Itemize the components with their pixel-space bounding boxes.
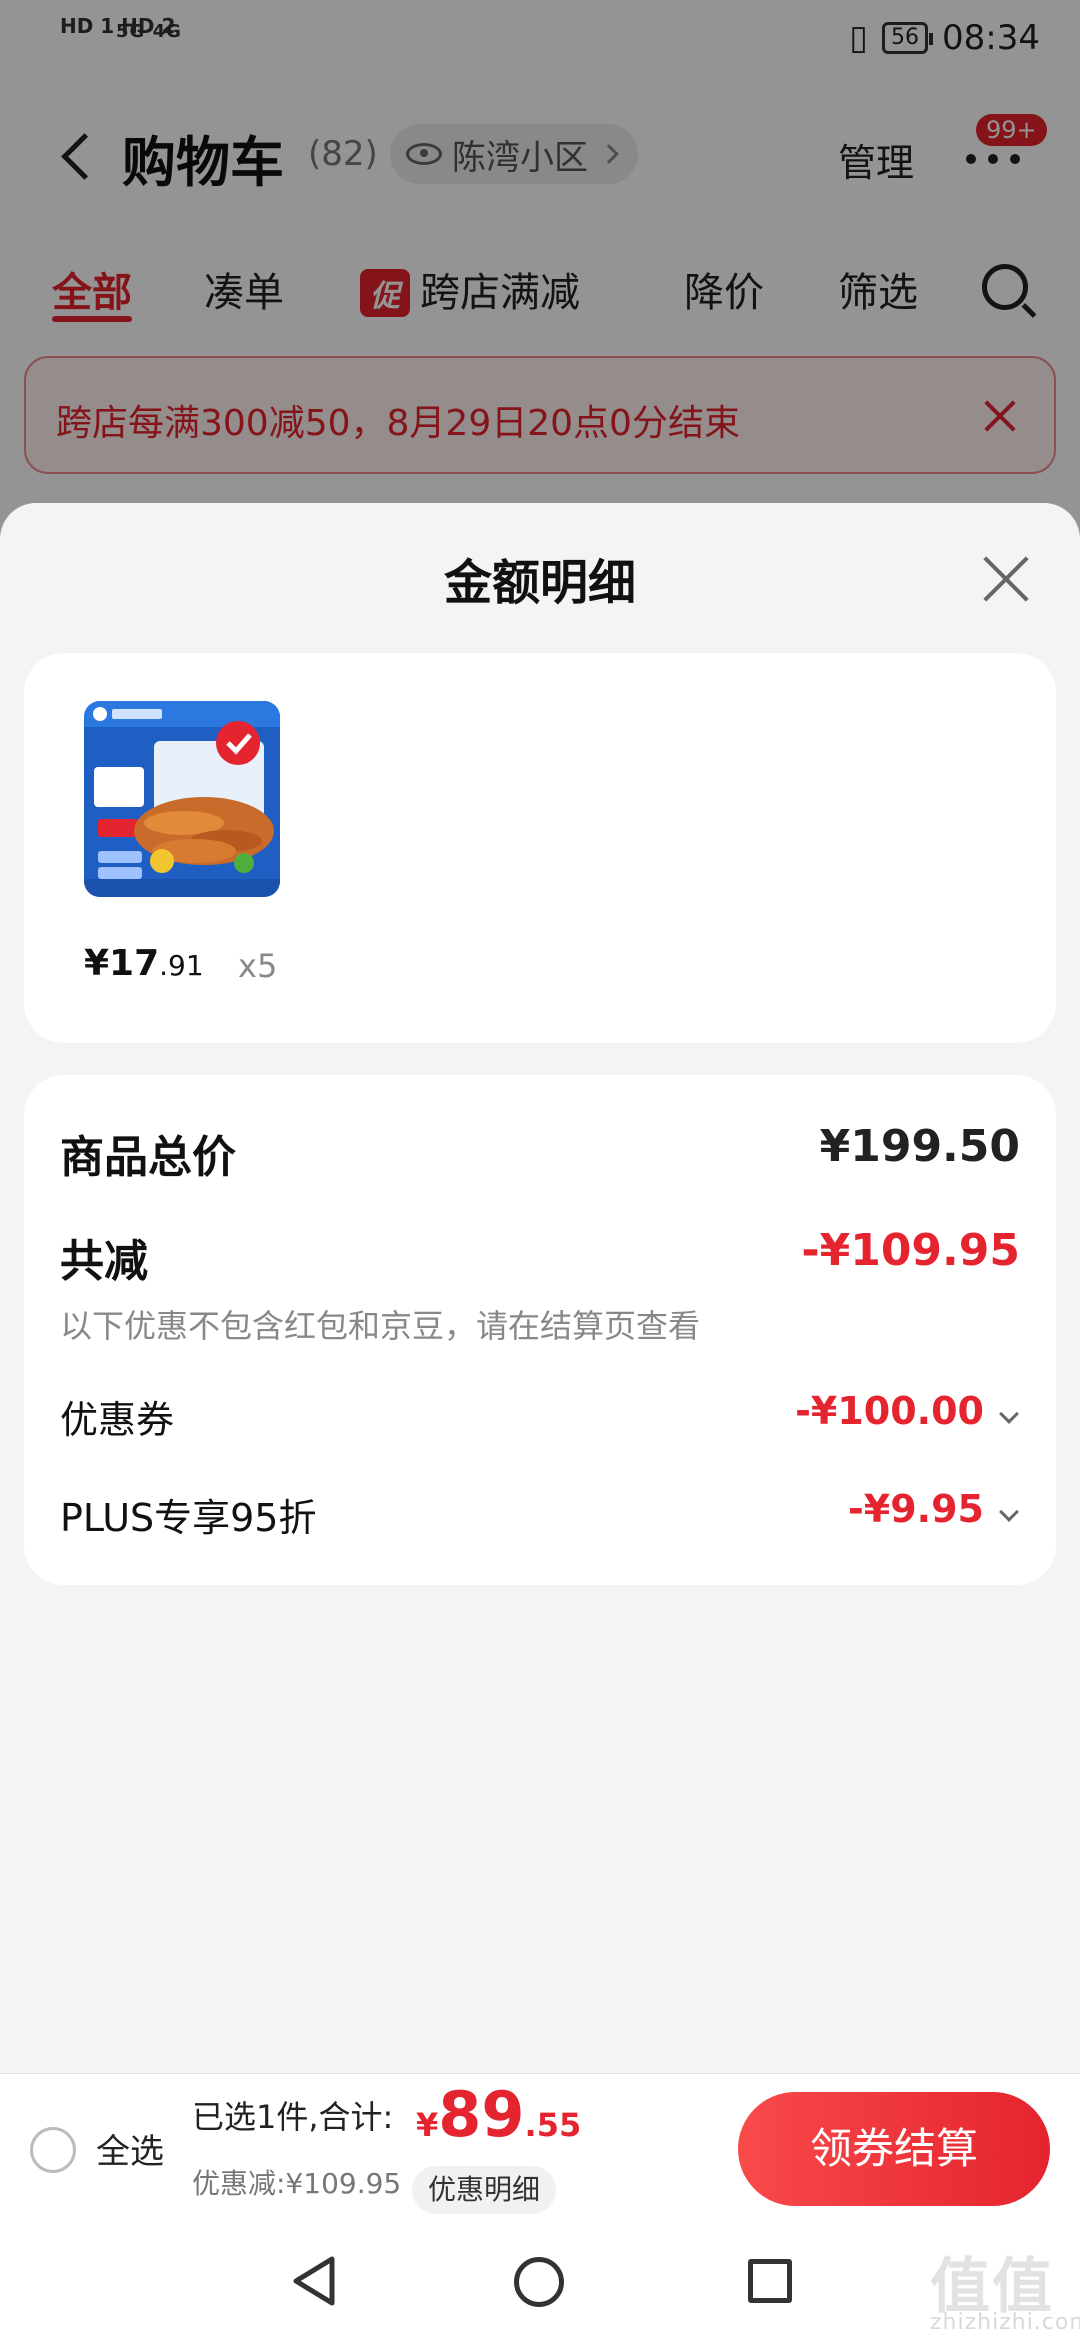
reduce-note: 以下优惠不包含红包和京豆，请在结算页查看 [60, 1307, 701, 1345]
nav-recent-icon[interactable] [748, 2259, 792, 2303]
reduce-label: 共减 [60, 1236, 148, 1287]
total-value: ¥199.50 [819, 1121, 1020, 1172]
checkout-button[interactable]: 领券结算 [738, 2092, 1050, 2206]
total-integer: 89 [438, 2078, 525, 2151]
discount-amount: 优惠减:¥109.95 [192, 2167, 402, 2200]
price-summary-card: 商品总价 ¥199.50 共减 -¥109.95 以下优惠不包含红包和京豆，请在… [24, 1075, 1056, 1585]
amount-detail-sheet: 金额明细 ¥17.91 x5 商品总价 ¥199.50 共减 -¥109.95 … [0, 503, 1080, 2073]
sheet-title: 金额明细 [443, 555, 636, 611]
select-all-label[interactable]: 全选 [96, 2124, 164, 2173]
total-price: ¥89.55 [416, 2078, 581, 2151]
select-all-radio[interactable] [30, 2127, 76, 2173]
nav-home-icon[interactable] [514, 2257, 564, 2307]
checkout-bar: 全选 已选1件,合计: ¥89.55 优惠减:¥109.95 优惠明细 领券结算 [0, 2073, 1080, 2223]
price-integer: ¥17 [84, 943, 160, 984]
system-nav-bar [0, 2223, 1080, 2340]
plus-discount-value[interactable]: -¥9.95 [848, 1487, 984, 1531]
chevron-down-icon[interactable] [999, 1404, 1019, 1424]
watermark-text: zhizhizhi.com [930, 2310, 1080, 2335]
coupon-value[interactable]: -¥100.00 [795, 1389, 984, 1433]
nav-back-icon[interactable] [290, 2255, 340, 2307]
total-label: 商品总价 [60, 1132, 236, 1183]
total-decimal: .55 [524, 2106, 582, 2144]
currency-symbol: ¥ [416, 2106, 439, 2144]
reduce-value: -¥109.95 [801, 1225, 1020, 1276]
discount-detail-button[interactable]: 优惠明细 [412, 2166, 557, 2214]
product-price: ¥17.91 [84, 943, 204, 984]
coupon-label[interactable]: 优惠券 [60, 1389, 174, 1444]
product-image [84, 701, 280, 897]
close-icon[interactable] [980, 553, 1032, 605]
selected-summary: 已选1件,合计: [192, 2098, 394, 2136]
chevron-down-icon[interactable] [999, 1502, 1019, 1522]
plus-discount-label[interactable]: PLUS专享95折 [60, 1487, 316, 1542]
product-quantity: x5 [238, 947, 278, 985]
price-decimal: .91 [159, 949, 204, 982]
product-card: ¥17.91 x5 [24, 653, 1056, 1043]
